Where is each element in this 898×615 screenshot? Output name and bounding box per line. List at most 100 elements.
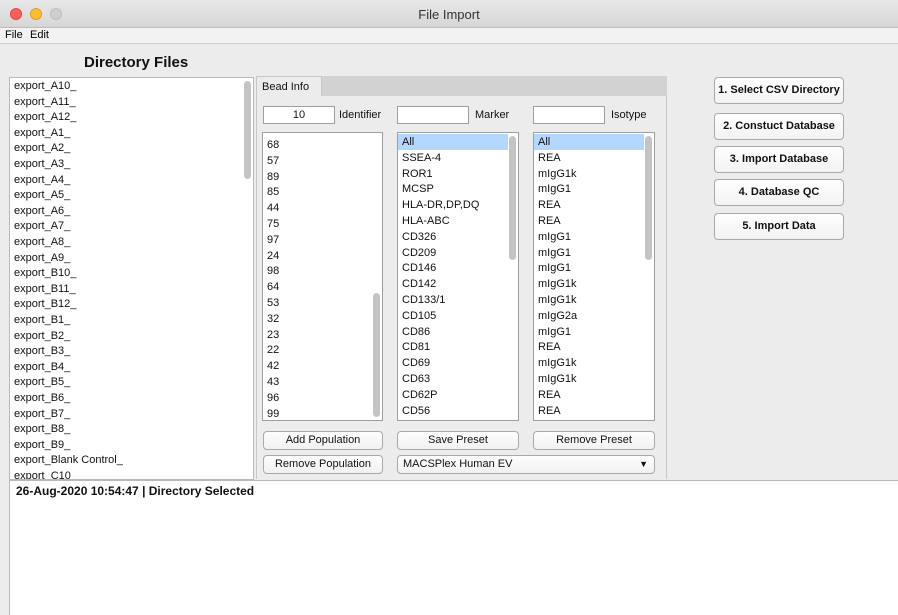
identifier-list-item[interactable]: 23 <box>263 327 372 343</box>
import-database-button[interactable]: 3. Import Database <box>714 146 844 173</box>
identifier-list-item[interactable]: 53 <box>263 295 372 311</box>
identifier-list-item[interactable]: 96 <box>263 390 372 406</box>
directory-file-item[interactable]: export_A9_ <box>14 252 70 268</box>
menu-edit[interactable]: Edit <box>30 29 49 41</box>
identifier-list-scrollbar[interactable] <box>373 293 380 417</box>
marker-list[interactable]: All SSEA-4 ROR1 MCSP HLA-DR,DP,DQ HLA-ABC CD32… <box>397 132 519 421</box>
marker-list-item[interactable]: ROR1 <box>398 166 508 182</box>
isotype-list-item[interactable]: mIgG1k <box>534 276 644 292</box>
marker-list-item[interactable]: CD146 <box>398 260 508 276</box>
marker-list-item[interactable]: CD69 <box>398 355 508 371</box>
isotype-list-item[interactable]: mIgG1k <box>534 355 644 371</box>
directory-file-item[interactable]: export_B5_ <box>14 376 70 392</box>
directory-file-item[interactable]: export_A8_ <box>14 236 70 252</box>
directory-file-list[interactable]: export_A10_ export_A11_ export_A12_ export_… <box>9 77 254 480</box>
directory-file-item[interactable]: export_B6_ <box>14 392 70 408</box>
directory-file-item[interactable]: export_B2_ <box>14 330 70 346</box>
directory-file-item[interactable]: export_Blank Control_ <box>14 454 123 470</box>
isotype-list-item[interactable]: REA <box>534 339 644 355</box>
directory-file-item[interactable]: export_A4_ <box>14 174 70 190</box>
directory-file-item[interactable]: export_B10_ <box>14 267 76 283</box>
isotype-input[interactable] <box>533 106 605 124</box>
directory-file-item[interactable]: export_A6_ <box>14 205 70 221</box>
identifier-list-item[interactable]: 22 <box>263 342 372 358</box>
marker-list-item[interactable]: SSEA-4 <box>398 150 508 166</box>
identifier-list-item[interactable]: 99 <box>263 406 372 420</box>
remove-population-button[interactable]: Remove Population <box>263 455 383 474</box>
marker-list-item[interactable]: CD63 <box>398 371 508 387</box>
isotype-list-item[interactable]: mIgG1 <box>534 245 644 261</box>
isotype-list-item[interactable]: mIgG2a <box>534 308 644 324</box>
directory-file-item[interactable]: export_A10_ <box>14 80 76 96</box>
identifier-list-item[interactable]: 43 <box>263 374 372 390</box>
isotype-list-item[interactable]: mIgG1k <box>534 371 644 387</box>
marker-list-item[interactable]: CD326 <box>398 229 508 245</box>
marker-list-item[interactable]: All <box>398 134 508 150</box>
directory-list-scrollbar[interactable] <box>244 81 251 179</box>
isotype-list-item[interactable]: mIgG1 <box>534 324 644 340</box>
directory-file-item[interactable]: export_B8_ <box>14 423 70 439</box>
remove-preset-button[interactable]: Remove Preset <box>533 431 655 450</box>
marker-list-item[interactable]: CD105 <box>398 308 508 324</box>
identifier-list-item[interactable]: 32 <box>263 311 372 327</box>
construct-database-button[interactable]: 2. Constuct Database <box>714 113 844 140</box>
isotype-list-item[interactable]: mIgG1 <box>534 260 644 276</box>
identifier-input[interactable]: 10 <box>263 106 335 124</box>
isotype-list-item[interactable]: REA <box>534 197 644 213</box>
identifier-list[interactable]: 68 57 89 85 44 75 97 24 98 64 53 32 23 22 42 43 96 99 <box>262 132 383 421</box>
directory-file-item[interactable]: export_B3_ <box>14 345 70 361</box>
marker-list-item[interactable]: CD209 <box>398 245 508 261</box>
identifier-list-item[interactable]: 98 <box>263 263 372 279</box>
isotype-list-item[interactable]: mIgG1k <box>534 166 644 182</box>
identifier-list-item[interactable]: 64 <box>263 279 372 295</box>
directory-file-item[interactable]: export_C10_ <box>14 470 77 479</box>
directory-file-item[interactable]: export_B7_ <box>14 408 70 424</box>
identifier-list-item[interactable]: 97 <box>263 232 372 248</box>
preset-dropdown[interactable]: MACSPlex Human EV ▼ <box>397 455 655 474</box>
directory-file-item[interactable]: export_A7_ <box>14 220 70 236</box>
directory-file-item[interactable]: export_B9_ <box>14 439 70 455</box>
isotype-list-item[interactable]: REA <box>534 403 644 419</box>
directory-file-item[interactable]: export_A1_ <box>14 127 70 143</box>
marker-list-scrollbar[interactable] <box>509 136 516 260</box>
identifier-list-item[interactable]: 42 <box>263 358 372 374</box>
isotype-list-item[interactable]: mIgG1 <box>534 181 644 197</box>
isotype-list-item[interactable]: REA <box>534 387 644 403</box>
directory-file-item[interactable]: export_B4_ <box>14 361 70 377</box>
marker-list-item[interactable]: CD86 <box>398 324 508 340</box>
save-preset-button[interactable]: Save Preset <box>397 431 519 450</box>
isotype-list-item[interactable]: mIgG1k <box>534 292 644 308</box>
import-data-button[interactable]: 5. Import Data <box>714 213 844 240</box>
add-population-button[interactable]: Add Population <box>263 431 383 450</box>
isotype-list-item[interactable]: REA <box>534 213 644 229</box>
directory-file-item[interactable]: export_B1_ <box>14 314 70 330</box>
isotype-list[interactable]: All REA mIgG1k mIgG1 REA REA mIgG1 mIgG1 mIgG1 mI… <box>533 132 655 421</box>
tab-bead-info[interactable]: Bead Info <box>256 76 322 97</box>
identifier-list-item[interactable]: 68 <box>263 137 372 153</box>
identifier-list-item[interactable]: 44 <box>263 200 372 216</box>
directory-file-item[interactable]: export_A2_ <box>14 142 70 158</box>
marker-list-item[interactable]: HLA-ABC <box>398 213 508 229</box>
isotype-list-item[interactable]: All <box>534 134 644 150</box>
directory-file-item[interactable]: export_A12_ <box>14 111 76 127</box>
database-qc-button[interactable]: 4. Database QC <box>714 179 844 206</box>
marker-list-item[interactable]: CD142 <box>398 276 508 292</box>
marker-list-item[interactable]: CD62P <box>398 387 508 403</box>
identifier-list-item[interactable]: 75 <box>263 216 372 232</box>
identifier-list-item[interactable]: 57 <box>263 153 372 169</box>
select-csv-directory-button[interactable]: 1. Select CSV Directory <box>714 77 844 104</box>
isotype-list-scrollbar[interactable] <box>645 136 652 260</box>
directory-file-item[interactable]: export_A3_ <box>14 158 70 174</box>
marker-list-item[interactable]: CD81 <box>398 339 508 355</box>
directory-file-item[interactable]: export_B12_ <box>14 298 76 314</box>
marker-list-item[interactable]: CD133/1 <box>398 292 508 308</box>
isotype-list-item[interactable]: mIgG1 <box>534 229 644 245</box>
marker-list-item[interactable]: MCSP <box>398 181 508 197</box>
isotype-list-item[interactable]: REA <box>534 150 644 166</box>
menu-file[interactable]: File <box>5 29 23 41</box>
identifier-list-item[interactable]: 85 <box>263 184 372 200</box>
identifier-list-item[interactable]: 89 <box>263 169 372 185</box>
directory-file-item[interactable]: export_A11_ <box>14 96 76 112</box>
directory-file-item[interactable]: export_A5_ <box>14 189 70 205</box>
marker-input[interactable] <box>397 106 469 124</box>
